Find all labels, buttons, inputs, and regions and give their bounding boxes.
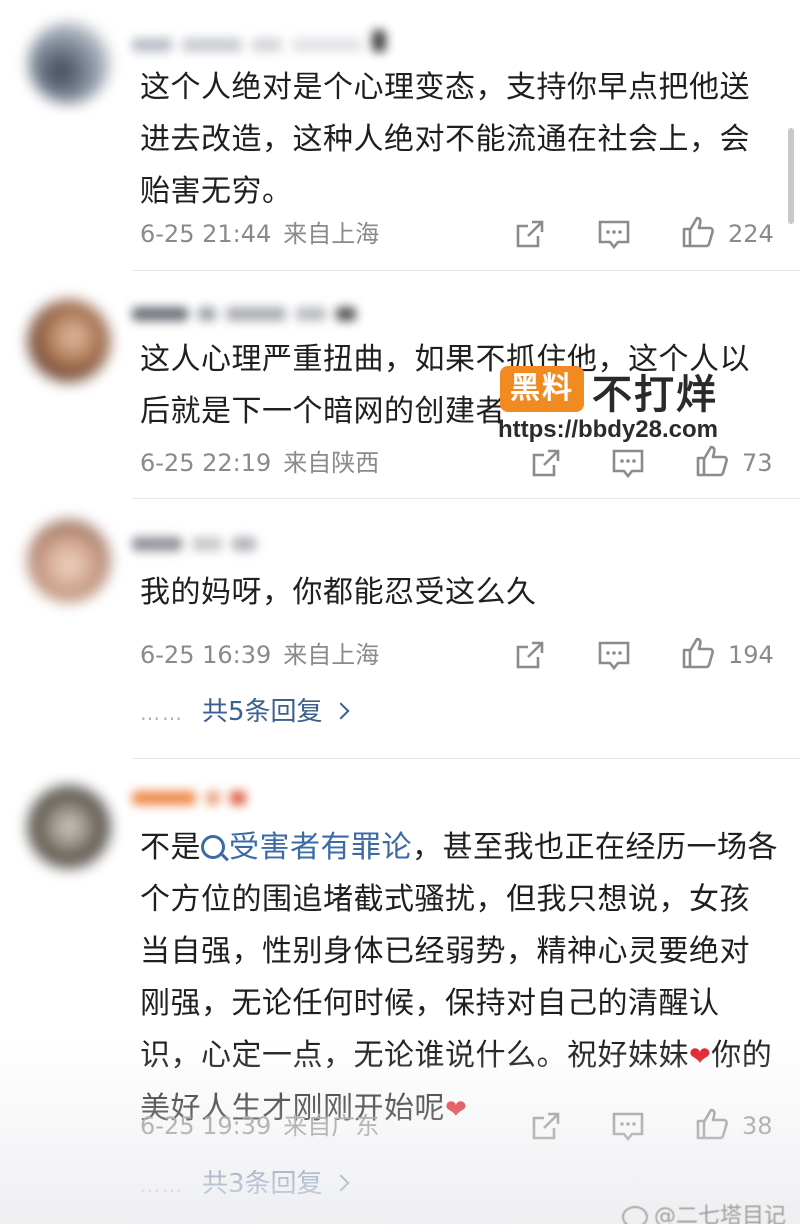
search-icon xyxy=(201,834,225,859)
replies-dots: …… xyxy=(140,701,184,725)
avatar[interactable] xyxy=(28,520,110,602)
replies-dots: …… xyxy=(140,1173,184,1197)
comment-date: 6-25 19:39 xyxy=(140,1112,272,1140)
comment-location: 来自上海 xyxy=(283,220,380,248)
thumbs-up-icon[interactable] xyxy=(694,1106,730,1142)
avatar[interactable] xyxy=(28,22,110,104)
comment-meta: 6-25 16:39 来自上海 xyxy=(140,635,379,675)
comment-text: 这个人绝对是个心理变态，支持你早点把他送进去改造，这种人绝对不能流通在社会上，会… xyxy=(140,70,750,209)
username[interactable] xyxy=(132,306,366,328)
like-count: 38 xyxy=(742,1112,773,1140)
thumbs-up-icon[interactable] xyxy=(680,214,716,250)
comment-text: 不是 受害者有罪论，甚至我也正在经历一场各个方位的围追堵截式骚扰，但我只想说，女孩… xyxy=(140,822,780,1136)
weibo-icon xyxy=(621,1206,648,1224)
watermark-badge: 黑料 xyxy=(500,366,584,412)
divider xyxy=(132,270,800,271)
replies-label: 共3条回复 xyxy=(202,1169,323,1199)
chevron-right-icon xyxy=(332,702,350,720)
like-count: 224 xyxy=(728,220,774,248)
comment-meta: 6-25 21:44 来自上海 xyxy=(140,214,379,254)
avatar[interactable] xyxy=(28,300,110,382)
divider xyxy=(132,758,800,759)
avatar[interactable] xyxy=(28,786,110,868)
watermark-title: 不打烊 xyxy=(592,372,718,418)
topic-link[interactable]: 受害者有罪论 xyxy=(201,830,412,865)
heart-icon: ❤ xyxy=(689,1042,712,1072)
share-icon[interactable] xyxy=(512,216,548,252)
like-count: 194 xyxy=(728,641,774,669)
comment-icon[interactable] xyxy=(596,637,632,673)
comment-location: 来自陕西 xyxy=(283,449,380,477)
comment-text-start: 不是 xyxy=(140,830,201,865)
share-icon[interactable] xyxy=(512,637,548,673)
comment-date: 6-25 21:44 xyxy=(140,220,272,248)
view-replies-link[interactable]: …… 共3条回复 xyxy=(140,1164,350,1204)
watermark: 黑料 不打烊 https://bbdy28.com xyxy=(492,358,792,458)
username[interactable] xyxy=(132,790,256,812)
comment-date: 6-25 22:19 xyxy=(140,449,272,477)
replies-label: 共5条回复 xyxy=(202,697,323,727)
view-replies-link[interactable]: …… 共5条回复 xyxy=(140,692,350,732)
comment-icon[interactable] xyxy=(610,1108,646,1144)
comment-icon[interactable] xyxy=(596,216,632,252)
watermark-url: https://bbdy28.com xyxy=(498,416,719,443)
topic-label: 受害者有罪论 xyxy=(229,830,412,865)
divider xyxy=(132,498,800,499)
comment-location: 来自广东 xyxy=(283,1112,380,1140)
username[interactable] xyxy=(132,30,396,52)
scrollbar[interactable] xyxy=(788,128,794,224)
comment-meta: 6-25 19:39 来自广东 xyxy=(140,1106,379,1146)
comment-location: 来自上海 xyxy=(283,641,380,669)
source-credit: @二七塔目记 xyxy=(621,1198,786,1224)
comment-date: 6-25 16:39 xyxy=(140,641,272,669)
comment-list: 这个人绝对是个心理变态，支持你早点把他送进去改造，这种人绝对不能流通在社会上，会… xyxy=(0,0,800,1224)
heart-icon: ❤ xyxy=(445,1095,468,1125)
share-icon[interactable] xyxy=(528,1108,564,1144)
comment-meta: 6-25 22:19 来自陕西 xyxy=(140,443,379,483)
comment-text-body: ，甚至我也正在经历一场各个方位的围追堵截式骚扰，但我只想说，女孩当自强，性别身体… xyxy=(140,830,778,1073)
credit-label: @二七塔目记 xyxy=(653,1204,786,1224)
username[interactable] xyxy=(132,536,266,558)
chevron-right-icon xyxy=(332,1174,350,1192)
comment-text: 我的妈呀，你都能忍受这么久 xyxy=(140,575,537,610)
thumbs-up-icon[interactable] xyxy=(680,635,716,671)
